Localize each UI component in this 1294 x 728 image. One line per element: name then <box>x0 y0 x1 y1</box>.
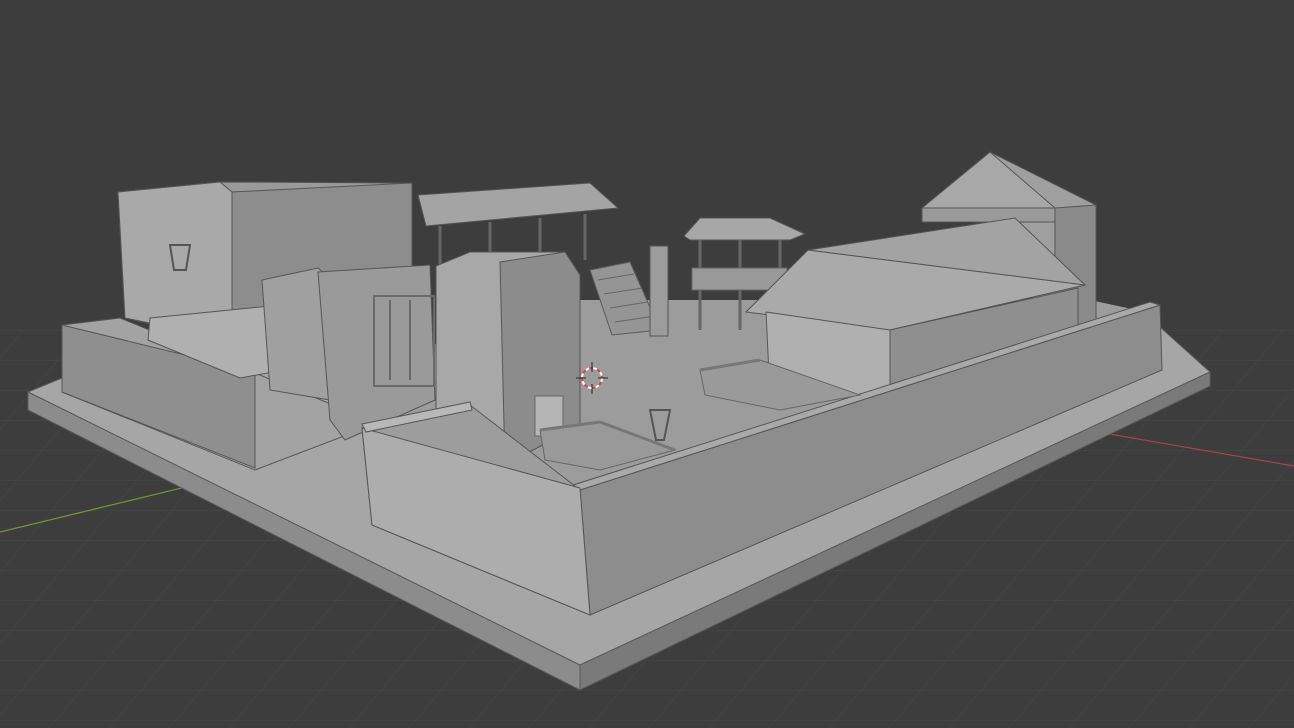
3d-viewport[interactable] <box>0 0 1294 728</box>
small-pillar[interactable] <box>649 245 669 337</box>
viewport-canvas[interactable] <box>0 0 1294 728</box>
